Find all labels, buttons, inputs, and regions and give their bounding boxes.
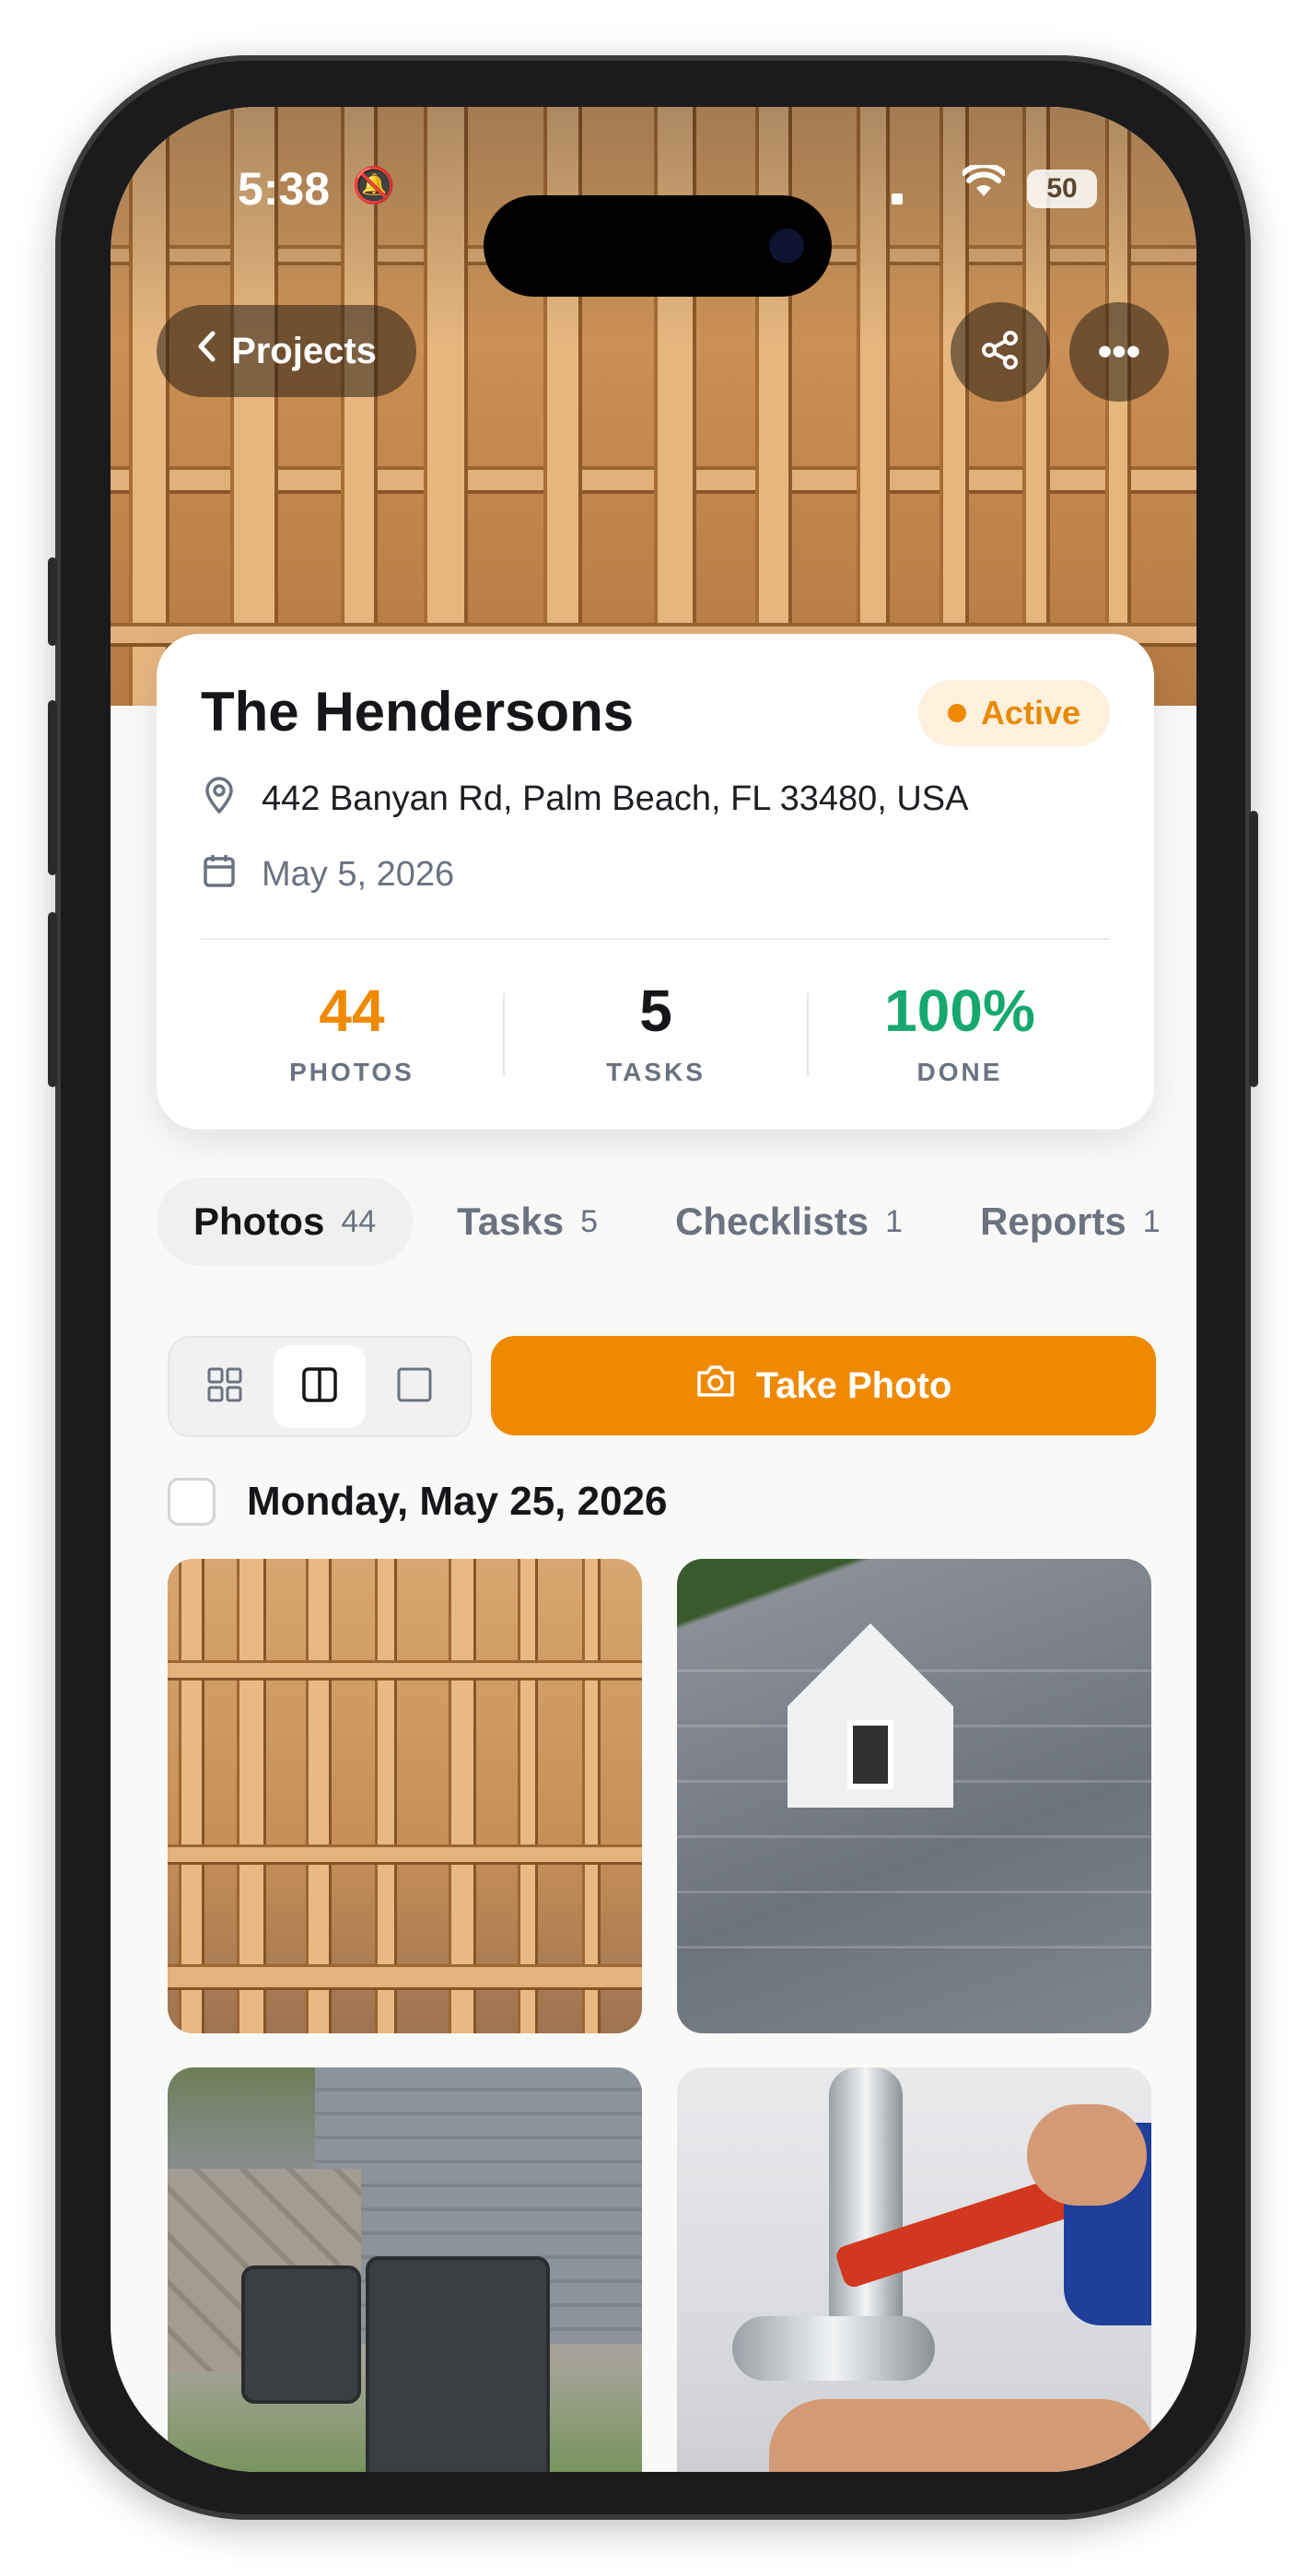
photo-thumbnail-plumbing[interactable]	[677, 2067, 1151, 2472]
status-dot-icon	[947, 704, 966, 722]
back-to-projects-button[interactable]: Projects	[157, 305, 416, 397]
tab-tasks[interactable]: Tasks 5	[446, 1177, 609, 1266]
view-mode-switcher	[168, 1336, 472, 1437]
more-options-button[interactable]: •••	[1069, 302, 1169, 402]
tab-reports[interactable]: Reports 1	[969, 1177, 1172, 1266]
photo-group-header: Monday, May 25, 2026	[168, 1478, 668, 1526]
signal-icon	[892, 193, 903, 205]
back-button-label: Projects	[231, 330, 377, 371]
camera-icon	[695, 1364, 736, 1408]
share-icon	[980, 330, 1021, 375]
power-button	[1249, 811, 1258, 1087]
project-date: May 5, 2026	[201, 853, 454, 896]
date-text: May 5, 2026	[262, 855, 455, 894]
stat-tasks: 5 TASKS	[504, 977, 808, 1087]
chevron-left-icon	[196, 330, 216, 372]
tab-label: Tasks	[457, 1200, 565, 1243]
silent-bell-icon: 🔕	[352, 167, 396, 205]
take-photo-button[interactable]: Take Photo	[491, 1336, 1156, 1435]
split-view-icon	[301, 1366, 338, 1408]
battery-icon: 50	[1027, 170, 1097, 208]
grid-view-icon	[206, 1366, 243, 1408]
stat-value: 44	[319, 978, 385, 1044]
tab-label: Photos	[193, 1200, 325, 1243]
single-view-button[interactable]	[368, 1345, 461, 1428]
stat-value: 5	[639, 978, 672, 1044]
select-group-checkbox[interactable]	[168, 1478, 216, 1526]
photo-thumbnail-framing[interactable]	[168, 1559, 642, 2033]
tab-count: 1	[885, 1203, 904, 1239]
wifi-icon	[961, 162, 1007, 208]
share-button[interactable]	[951, 302, 1050, 402]
tab-photos[interactable]: Photos 44	[157, 1177, 414, 1266]
tab-label: Reports	[980, 1200, 1126, 1243]
stat-label: TASKS	[606, 1058, 706, 1086]
split-view-button[interactable]	[273, 1345, 366, 1428]
project-tabs: Photos 44 Tasks 5 Checklists 1 Reports 1	[157, 1177, 1172, 1266]
single-view-icon	[396, 1366, 433, 1408]
camera-icon	[769, 228, 804, 263]
action-button	[48, 557, 57, 646]
dynamic-island	[484, 195, 832, 297]
stat-label: DONE	[916, 1058, 1003, 1086]
tab-checklists[interactable]: Checklists 1	[642, 1177, 936, 1266]
calendar-icon	[201, 853, 238, 896]
project-title: The Hendersons	[201, 681, 635, 743]
card-divider	[201, 938, 1110, 940]
project-summary-card: The Hendersons Active 442 Banyan Rd, Pal…	[157, 634, 1154, 1130]
volume-down-button	[48, 912, 57, 1087]
photo-group-date: Monday, May 25, 2026	[247, 1479, 668, 1524]
location-pin-icon	[201, 777, 238, 822]
address-text: 442 Banyan Rd, Palm Beach, FL 33480, USA	[262, 779, 969, 818]
app-screen: 5:38 🔕 50 Projects ••• The Hendersons Ac…	[111, 107, 1196, 2472]
stat-label: PHOTOS	[289, 1058, 414, 1086]
grid-view-button[interactable]	[179, 1345, 271, 1428]
status-badge-label: Active	[980, 694, 1080, 732]
take-photo-label: Take Photo	[755, 1364, 952, 1406]
stat-done: 100% DONE	[808, 977, 1112, 1087]
stat-value: 100%	[884, 978, 1035, 1044]
tab-count: 5	[580, 1203, 599, 1239]
tab-count: 1	[1142, 1203, 1161, 1239]
stat-photos: 44 PHOTOS	[200, 977, 504, 1087]
tab-count: 44	[341, 1203, 377, 1239]
more-icon: •••	[1097, 329, 1141, 374]
status-time: 5:38	[238, 163, 331, 215]
project-address: 442 Banyan Rd, Palm Beach, FL 33480, USA	[201, 777, 969, 822]
status-badge: Active	[917, 680, 1110, 746]
status-bar: 5:38 🔕 50	[111, 162, 1196, 297]
photo-thumbnail-ac-units[interactable]	[168, 2067, 642, 2472]
photo-thumbnail-roof[interactable]	[677, 1559, 1151, 2033]
tab-label: Checklists	[675, 1200, 869, 1243]
volume-up-button	[48, 700, 57, 875]
